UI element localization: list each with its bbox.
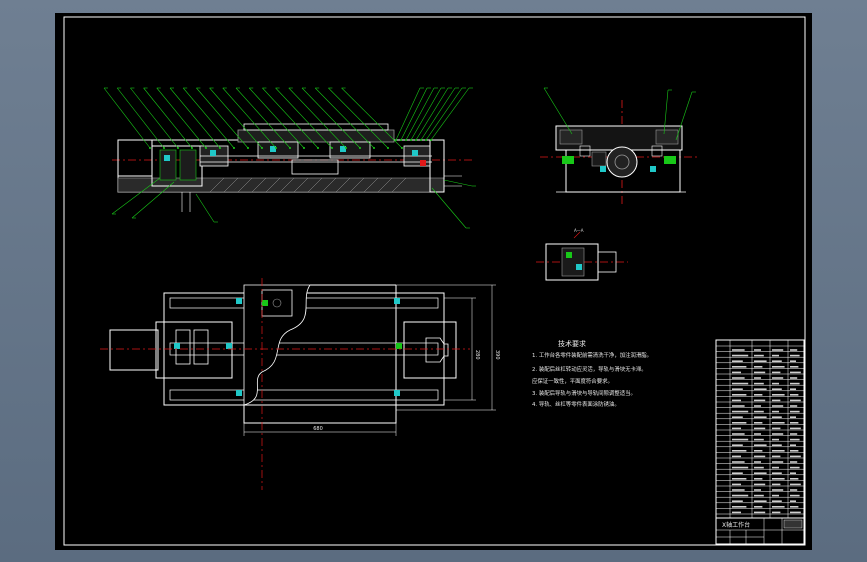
svg-text:A—A: A—A [574, 228, 584, 233]
tech-req-item-1: 1. 工作台各零件装配前需清洗干净，加注润滑脂。 [532, 351, 652, 359]
tech-req-title: 技术要求 [558, 339, 586, 348]
drawing-sheet [55, 13, 812, 550]
dim-overall-length: 680 [313, 426, 323, 432]
cad-drawing-canvas: A—A 680 390 280 技术要求 1. 工作台各零件装配前需清洗干净，加… [55, 13, 812, 550]
tech-req-item-4: 4. 导轨、丝杠等零件表面涂防锈油。 [532, 400, 620, 408]
tech-req-item-2b: 应保证一致性，平面度符合要求。 [532, 377, 613, 385]
title-block-drawing-name: X轴工作台 [722, 521, 750, 529]
tech-req-item-2: 2. 装配后丝杠转动应灵活，导轨与滑块无卡滞。 [532, 365, 647, 373]
dim-height-right: 390 [494, 350, 500, 360]
tech-req-item-3: 3. 装配后导轨与滑块与导轨间隙调整适当。 [532, 389, 636, 397]
dim-height-inner: 280 [474, 350, 480, 360]
